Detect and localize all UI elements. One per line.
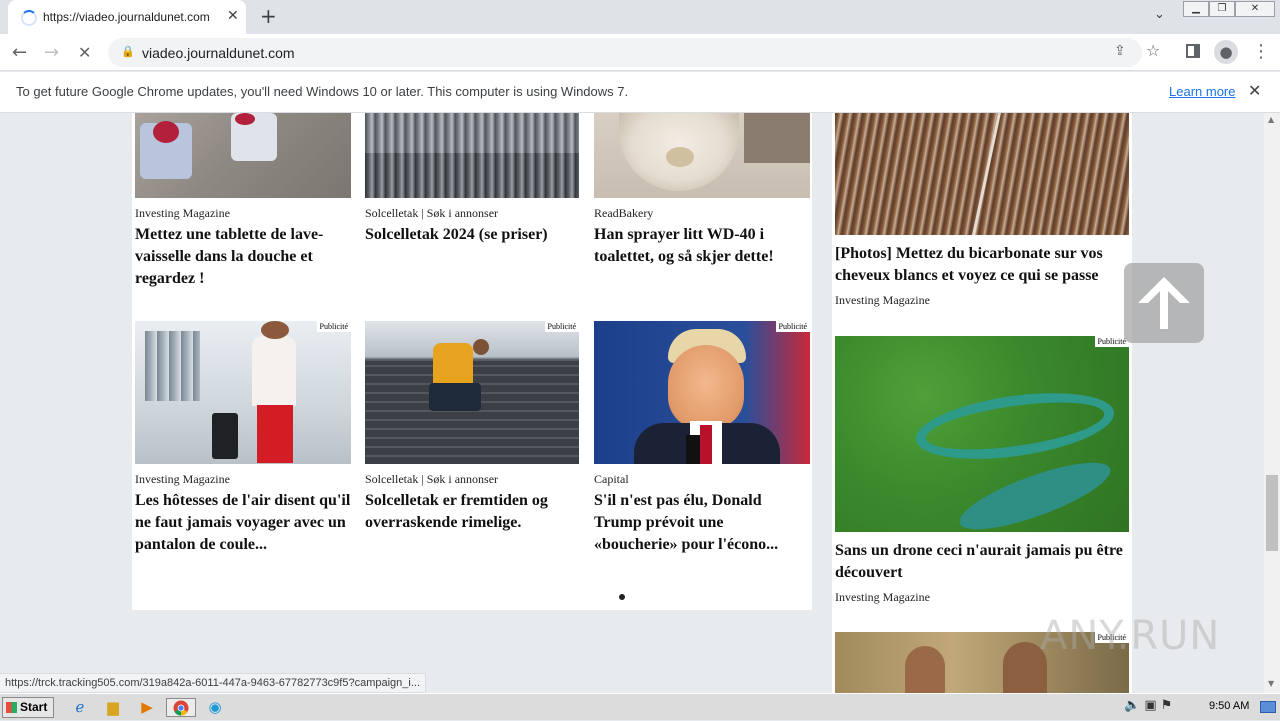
minimize-button[interactable]: ▁: [1183, 1, 1209, 17]
share-icon[interactable]: ⇪: [1114, 43, 1126, 59]
publicite-badge: Publicité: [544, 321, 579, 332]
tablet-core: [153, 121, 179, 143]
infobar-close-icon[interactable]: ✕: [1248, 81, 1261, 100]
anyrun-watermark: ANY.RUN: [1040, 613, 1221, 659]
tab-strip: https://viadeo.journaldunet.com ✕ + ⌄ ▁ …: [0, 0, 1280, 34]
restore-button[interactable]: ❐: [1209, 1, 1235, 17]
sidebar-card-image[interactable]: Publicité: [835, 336, 1129, 532]
sidebar-card-headline[interactable]: Sans un drone ceci n'aurait jamais pu êt…: [835, 540, 1129, 584]
sidebar-card-source: Investing Magazine: [835, 293, 930, 307]
card-headline[interactable]: Han sprayer litt WD-40 i toalettet, og s…: [594, 224, 810, 268]
arrow-up-icon: [1138, 277, 1190, 329]
browser-tab[interactable]: https://viadeo.journaldunet.com ✕: [8, 0, 246, 34]
forward-arrow-icon[interactable]: →: [44, 42, 59, 63]
sidebar-ads: [Photos] Mettez du bicarbonate sur vos c…: [832, 113, 1132, 693]
loading-spinner-icon: [21, 10, 37, 26]
internet-explorer-icon[interactable]: ℯ: [70, 698, 90, 717]
close-tab-icon[interactable]: ✕: [227, 8, 239, 24]
lock-icon[interactable]: 🔒: [121, 45, 135, 58]
browser-toolbar: ← → ✕ 🔒 viadeo.journaldunet.com ⇪ ☆ ● ⋮: [0, 34, 1280, 71]
spray-can-shape: [744, 113, 810, 163]
chrome-taskbar-button[interactable]: [166, 698, 196, 717]
new-tab-button[interactable]: +: [260, 4, 277, 28]
card-image[interactable]: [365, 113, 579, 198]
tab-search-chevron-icon[interactable]: ⌄: [1154, 7, 1165, 22]
hair-part-shape: [972, 113, 1001, 235]
page-viewport: Investing Magazine Mettez une tablette d…: [0, 113, 1264, 693]
start-button[interactable]: Start: [2, 697, 54, 718]
update-infobar: To get future Google Chrome updates, you…: [0, 72, 1280, 113]
card-image[interactable]: [135, 113, 351, 198]
sponsored-feed: Investing Magazine Mettez une tablette d…: [132, 113, 812, 610]
sidebar-card-image[interactable]: [835, 113, 1129, 235]
tab-title: https://viadeo.journaldunet.com: [43, 10, 210, 24]
scrollbar-thumb[interactable]: [1266, 475, 1278, 551]
sidebar-card-headline[interactable]: [Photos] Mettez du bicarbonate sur vos c…: [835, 243, 1129, 287]
toilet-water-shape: [666, 147, 694, 167]
show-desktop-icon[interactable]: [1260, 701, 1276, 713]
river-loop-shape: [911, 382, 1119, 470]
media-player-icon[interactable]: ▶: [137, 698, 157, 717]
carousel-page-dot[interactable]: [619, 594, 625, 600]
card-source: Solcelletak | Søk i annonser: [365, 472, 499, 486]
publicite-badge: Publicité: [775, 321, 810, 332]
windows-flag-icon: [6, 702, 17, 713]
windows-taskbar: Start ℯ ▆ ▶ ◉ 🔈 ▣ ⚑ 9:50 AM: [0, 693, 1280, 720]
card-source: Solcelletak | Søk i annonser: [365, 206, 499, 220]
link-status-bubble: https://trck.tracking505.com/319a842a-60…: [0, 673, 426, 693]
card-image[interactable]: Publicité: [135, 321, 351, 464]
start-label: Start: [20, 700, 48, 714]
river-shape: [952, 449, 1118, 532]
side-panel-icon[interactable]: [1186, 44, 1200, 58]
scroll-to-top-button[interactable]: [1124, 263, 1204, 343]
scroll-down-arrow-icon[interactable]: ▼: [1268, 679, 1274, 688]
crowd-shape: [145, 331, 200, 401]
learn-more-link[interactable]: Learn more: [1169, 84, 1235, 99]
person-shape: [905, 646, 945, 693]
card-image[interactable]: Publicité: [365, 321, 579, 464]
card-image[interactable]: Publicité: [594, 321, 810, 464]
suitcase-shape: [212, 413, 238, 459]
close-window-button[interactable]: ✕: [1235, 1, 1275, 17]
card-source: Investing Magazine: [135, 472, 230, 486]
publicite-badge: Publicité: [316, 321, 351, 332]
back-arrow-icon[interactable]: ←: [12, 42, 27, 63]
edge-icon[interactable]: ◉: [205, 698, 225, 717]
system-tray-icons[interactable]: 🔈 ▣ ⚑: [1124, 698, 1172, 713]
card-image[interactable]: [594, 113, 810, 198]
microphone-shape: [686, 435, 700, 464]
worker-head-shape: [473, 339, 489, 355]
head-shape: [261, 321, 289, 339]
card-source: ReadBakery: [594, 206, 654, 220]
vertical-scrollbar[interactable]: ▲ ▼: [1264, 113, 1280, 693]
card-headline[interactable]: Mettez une tablette de lave-vaisselle da…: [135, 224, 351, 290]
roof-panel-shape: [365, 113, 579, 153]
card-headline[interactable]: Les hôtesses de l'air disent qu'il ne fa…: [135, 490, 351, 556]
card-headline[interactable]: S'il n'est pas élu, Donald Trump prévoit…: [594, 490, 810, 556]
woman-torso-shape: [252, 336, 296, 406]
url-text[interactable]: viadeo.journaldunet.com: [142, 45, 295, 61]
chrome-icon: [173, 700, 189, 716]
tie-shape: [700, 425, 712, 464]
infobar-message: To get future Google Chrome updates, you…: [16, 84, 629, 99]
card-headline[interactable]: Solcelletak er fremtiden og overraskende…: [365, 490, 581, 534]
red-pants-shape: [257, 405, 293, 463]
face-shape: [668, 345, 744, 429]
worker-legs-shape: [429, 383, 481, 411]
address-bar[interactable]: 🔒 viadeo.journaldunet.com ⇪ ☆: [108, 38, 1160, 67]
sidebar-card-source: Investing Magazine: [835, 590, 930, 604]
bookmark-star-icon[interactable]: ☆: [1146, 41, 1160, 60]
tablet-core: [235, 113, 255, 125]
scroll-up-arrow-icon[interactable]: ▲: [1268, 115, 1274, 124]
taskbar-clock[interactable]: 9:50 AM: [1209, 700, 1249, 712]
card-source: Capital: [594, 472, 629, 486]
card-source: Investing Magazine: [135, 206, 230, 220]
card-headline[interactable]: Solcelletak 2024 (se priser): [365, 224, 581, 246]
profile-avatar-icon[interactable]: ●: [1214, 40, 1238, 64]
stop-loading-icon[interactable]: ✕: [78, 43, 91, 62]
more-menu-icon[interactable]: ⋮: [1252, 41, 1270, 62]
file-explorer-icon[interactable]: ▆: [103, 698, 123, 717]
